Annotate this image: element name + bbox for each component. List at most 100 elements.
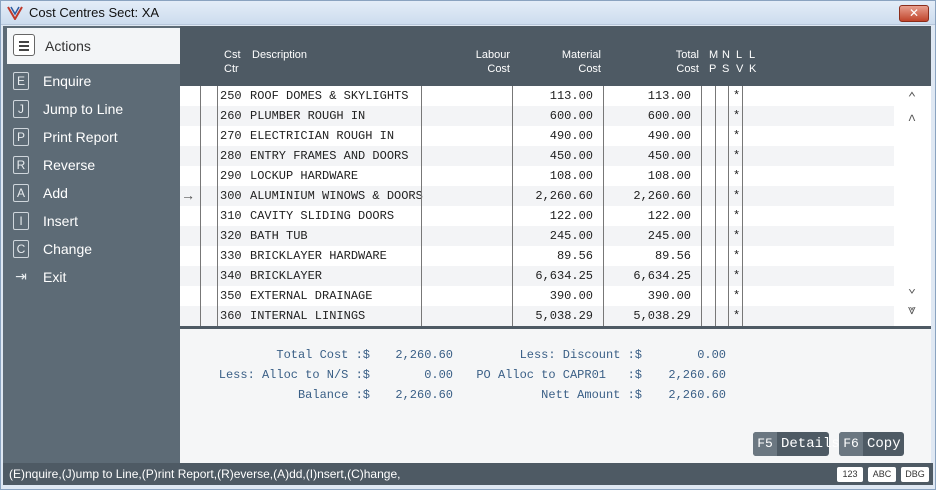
cost-centre-cell: 360 xyxy=(220,309,242,323)
f6-key: F6 xyxy=(839,432,863,456)
cost-centre-cell: 270 xyxy=(220,129,242,143)
reverse-button[interactable]: R Reverse xyxy=(7,152,180,180)
description-cell: ALUMINIUM WINOWS & DOORS xyxy=(250,189,423,203)
print-report-button[interactable]: P Print Report xyxy=(7,124,180,152)
jump-to-line-button[interactable]: J Jump to Line xyxy=(7,96,180,124)
description-cell: ENTRY FRAMES AND DOORS xyxy=(250,149,409,163)
table-row[interactable]: 270 ELECTRICIAN ROUGH IN 490.00 490.00 * xyxy=(180,126,896,146)
header-material: Material xyxy=(561,49,601,61)
header-v: V xyxy=(736,63,744,75)
table-row[interactable]: 330 BRICKLAYER HARDWARE 89.56 89.56 * xyxy=(180,246,896,266)
header-labour-cost: Cost xyxy=(487,63,510,75)
column-divider xyxy=(512,86,513,326)
key-r-icon: R xyxy=(13,156,29,174)
cost-centre-cell: 290 xyxy=(220,169,242,183)
actions-title: Actions xyxy=(45,38,91,54)
cost-centre-cell: 300 xyxy=(220,189,242,203)
material-cost-cell: 6,634.25 xyxy=(535,269,593,283)
header-n: N xyxy=(722,49,730,61)
double-chevron-up-icon[interactable]: ⌃ xyxy=(904,92,920,106)
table-row[interactable]: 290 LOCKUP HARDWARE 108.00 108.00 * xyxy=(180,166,896,186)
material-cost-cell: 490.00 xyxy=(549,129,593,143)
header-s: S xyxy=(722,63,730,75)
table-row[interactable]: 250 ROOF DOMES & SKYLIGHTS 113.00 113.00 * xyxy=(180,86,896,106)
enquire-button[interactable]: E Enquire xyxy=(7,68,180,96)
actions-header[interactable]: Actions xyxy=(7,28,180,64)
material-cost-cell: 113.00 xyxy=(549,89,593,103)
table-row[interactable]: 310 CAVITY SLIDING DOORS 122.00 122.00 * xyxy=(180,206,896,226)
exit-button[interactable]: ⇥ Exit xyxy=(7,264,180,292)
double-chevron-down-icon[interactable]: ⩔ xyxy=(904,304,920,318)
chevron-down-icon[interactable]: ⌄ xyxy=(904,282,920,296)
window-title: Cost Centres Sect: XA xyxy=(29,5,160,20)
po-alloc-label: PO Alloc to CAPR01 :$ xyxy=(476,368,642,382)
cost-centre-cell: 280 xyxy=(220,149,242,163)
description-cell: BATH TUB xyxy=(250,229,308,243)
status-text: (E)nquire,(J)ump to Line,(P)rint Report,… xyxy=(9,467,401,481)
material-cost-cell: 108.00 xyxy=(549,169,593,183)
header-p: P xyxy=(709,63,717,75)
total-cost-cell: 390.00 xyxy=(647,289,691,303)
column-divider xyxy=(715,86,716,326)
key-a-icon: A xyxy=(13,184,29,202)
table-row[interactable]: 300 ALUMINIUM WINOWS & DOORS 2,260.60 2,260… xyxy=(180,186,896,206)
badge-dbg: DBG xyxy=(901,467,929,482)
chevron-up-icon[interactable]: ^ xyxy=(904,114,920,128)
cost-centre-cell: 250 xyxy=(220,89,242,103)
column-divider xyxy=(701,86,702,326)
header-ctr: Ctr xyxy=(224,63,239,75)
table-row[interactable]: 360 INTERNAL LININGS 5,038.29 5,038.29 * xyxy=(180,306,896,326)
total-cost-cell: 6,634.25 xyxy=(633,269,691,283)
header-total-cost: Cost xyxy=(676,63,699,75)
change-button[interactable]: C Change xyxy=(7,236,180,264)
actions-sidebar: Actions E Enquire J Jump to Line P Print… xyxy=(3,26,180,464)
nett-amount-label: Nett Amount :$ xyxy=(541,388,642,402)
table-row[interactable]: 350 EXTERNAL DRAINAGE 390.00 390.00 * xyxy=(180,286,896,306)
menu-label: Enquire xyxy=(43,73,92,89)
menu-label: Change xyxy=(43,241,93,257)
header-k: K xyxy=(749,63,757,75)
total-cost-label: Total Cost :$ xyxy=(276,348,370,362)
material-cost-cell: 2,260.60 xyxy=(535,189,593,203)
key-j-icon: J xyxy=(13,100,29,118)
menu-label: Reverse xyxy=(43,157,96,173)
details-label: Details xyxy=(781,436,840,452)
add-button[interactable]: A Add xyxy=(7,180,180,208)
table-row[interactable]: 280 ENTRY FRAMES AND DOORS 450.00 450.00 * xyxy=(180,146,896,166)
table-row[interactable]: 260 PLUMBER ROUGH IN 600.00 600.00 * xyxy=(180,106,896,126)
total-cost-cell: 600.00 xyxy=(647,109,691,123)
total-cost-cell: 89.56 xyxy=(654,249,691,263)
details-button[interactable]: F5 Details xyxy=(753,432,840,456)
vertical-scrollbar[interactable]: ⌃ ^ ⌄ ⩔ xyxy=(894,86,931,326)
copy-button[interactable]: F6 Copy xyxy=(839,432,904,456)
badge-123: 123 xyxy=(837,467,863,482)
key-p-icon: P xyxy=(13,128,29,146)
key-c-icon: C xyxy=(13,240,29,258)
discount-label: Less: Discount :$ xyxy=(519,348,642,362)
table-row[interactable]: 320 BATH TUB 245.00 245.00 * xyxy=(180,226,896,246)
material-cost-cell: 245.00 xyxy=(549,229,593,243)
menu-label: Print Report xyxy=(43,129,118,145)
cost-centre-cell: 350 xyxy=(220,289,242,303)
header-total: Total xyxy=(675,49,699,61)
close-button[interactable]: ✕ xyxy=(899,5,929,22)
table-row[interactable]: 340 BRICKLAYER 6,634.25 6,634.25 * xyxy=(180,266,896,286)
menu-label: Insert xyxy=(43,213,79,229)
title-bar: Cost Centres Sect: XA ✕ xyxy=(1,1,935,25)
description-cell: LOCKUP HARDWARE xyxy=(250,169,359,183)
insert-button[interactable]: I Insert xyxy=(7,208,180,236)
column-divider xyxy=(421,86,422,326)
material-cost-cell: 450.00 xyxy=(549,149,593,163)
header-m: M xyxy=(709,49,719,61)
discount-value: 0.00 xyxy=(697,348,726,362)
header-l1: L xyxy=(736,49,743,61)
material-cost-cell: 390.00 xyxy=(549,289,593,303)
material-cost-cell: 5,038.29 xyxy=(535,309,593,323)
grid-header: Cst Ctr Description Labour Cost Material… xyxy=(180,26,931,86)
alloc-ns-value: 0.00 xyxy=(424,368,453,382)
current-row-arrow-icon: → xyxy=(184,189,193,205)
description-cell: ROOF DOMES & SKYLIGHTS xyxy=(250,89,409,103)
description-cell: CAVITY SLIDING DOORS xyxy=(250,209,395,223)
key-i-icon: I xyxy=(13,212,29,230)
menu-label: Exit xyxy=(43,269,67,285)
